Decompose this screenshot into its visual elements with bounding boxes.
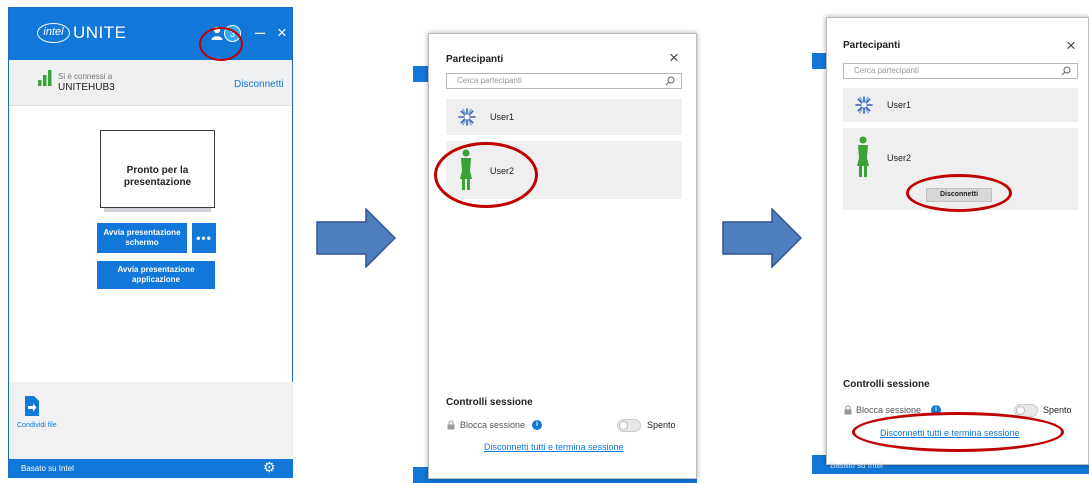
highlight-disconnect-all <box>852 412 1064 452</box>
start-app-presentation-button[interactable]: Avvia presentazione applicazione <box>97 261 215 289</box>
present-screen-line2: schermo <box>125 238 159 247</box>
share-file-label[interactable]: Condividi file <box>17 422 57 429</box>
lock-icon <box>447 420 455 430</box>
disconnect-all-link[interactable]: Disconnetti tutti e termina sessione <box>484 442 624 452</box>
panel-title: Partecipanti <box>843 40 901 51</box>
person-green-avatar-icon <box>857 136 869 177</box>
screen-preview: Pronto per la presentazione <box>100 130 215 208</box>
highlight-disconnect-user <box>906 174 1012 212</box>
panel-title: Partecipanti <box>446 54 504 65</box>
participant-name: User2 <box>887 153 912 163</box>
close-panel-button[interactable]: × <box>669 49 679 66</box>
toggle-state-label: Spento <box>647 420 676 430</box>
search-input[interactable]: Cerca partecipanti <box>843 63 1078 79</box>
connected-label: Si è connessi a <box>58 72 113 81</box>
close-panel-button[interactable]: × <box>1066 37 1076 54</box>
present-screen-line1: Avvia presentazione <box>103 228 181 237</box>
background-app-strip <box>812 53 826 69</box>
toggle-state-label: Spento <box>1043 405 1072 415</box>
disconnect-link[interactable]: Disconnetti <box>234 79 283 90</box>
present-app-line1: Avvia presentazione <box>117 265 195 274</box>
share-area <box>9 382 293 460</box>
participant-row[interactable] <box>843 88 1078 122</box>
screen-stand <box>104 208 211 212</box>
lock-session-toggle[interactable] <box>617 419 641 432</box>
start-screen-presentation-button[interactable]: Avvia presentazione schermo <box>97 223 187 253</box>
more-options-button[interactable]: ••• <box>192 223 216 253</box>
minimize-button[interactable]: – <box>255 23 265 41</box>
lock-session-label: Blocca sessione <box>460 420 526 430</box>
screen-status-line2: presentazione <box>123 177 192 188</box>
flower-avatar-icon <box>855 96 873 114</box>
search-icon <box>665 76 675 86</box>
background-app-strip <box>413 66 428 82</box>
search-icon <box>1061 66 1071 76</box>
highlight-participants <box>199 27 243 61</box>
search-placeholder: Cerca partecipanti <box>854 66 919 75</box>
signal-strength-icon <box>38 70 52 86</box>
present-app-line2: applicazione <box>131 275 180 284</box>
intel-logo: intel <box>37 23 70 43</box>
settings-gear-icon[interactable]: ⚙ <box>263 460 276 474</box>
search-placeholder: Cerca partecipanti <box>457 76 522 85</box>
footer-text-partial: Basato su Intel <box>830 461 883 470</box>
search-input[interactable]: Cerca partecipanti <box>446 73 682 89</box>
share-file-icon[interactable] <box>25 396 39 416</box>
participant-row[interactable] <box>446 99 682 135</box>
lock-icon <box>844 405 852 415</box>
session-controls-title: Controlli sessione <box>843 379 930 390</box>
participant-name: User1 <box>887 100 912 110</box>
participants-panel <box>826 17 1089 465</box>
app-name: UNITE <box>73 23 127 42</box>
footer-text: Basato su Intel <box>21 464 74 473</box>
hub-name: UNITEHUB3 <box>58 82 115 93</box>
flower-avatar-icon <box>458 108 476 126</box>
highlight-user2 <box>434 142 538 208</box>
screen-status-line1: Pronto per la <box>126 165 189 176</box>
arrow-right-icon <box>316 208 396 268</box>
session-controls-title: Controlli sessione <box>446 397 533 408</box>
close-button[interactable]: × <box>277 24 287 41</box>
info-icon[interactable]: i <box>532 420 542 430</box>
arrow-right-icon <box>722 208 802 268</box>
participant-name: User1 <box>490 112 515 122</box>
